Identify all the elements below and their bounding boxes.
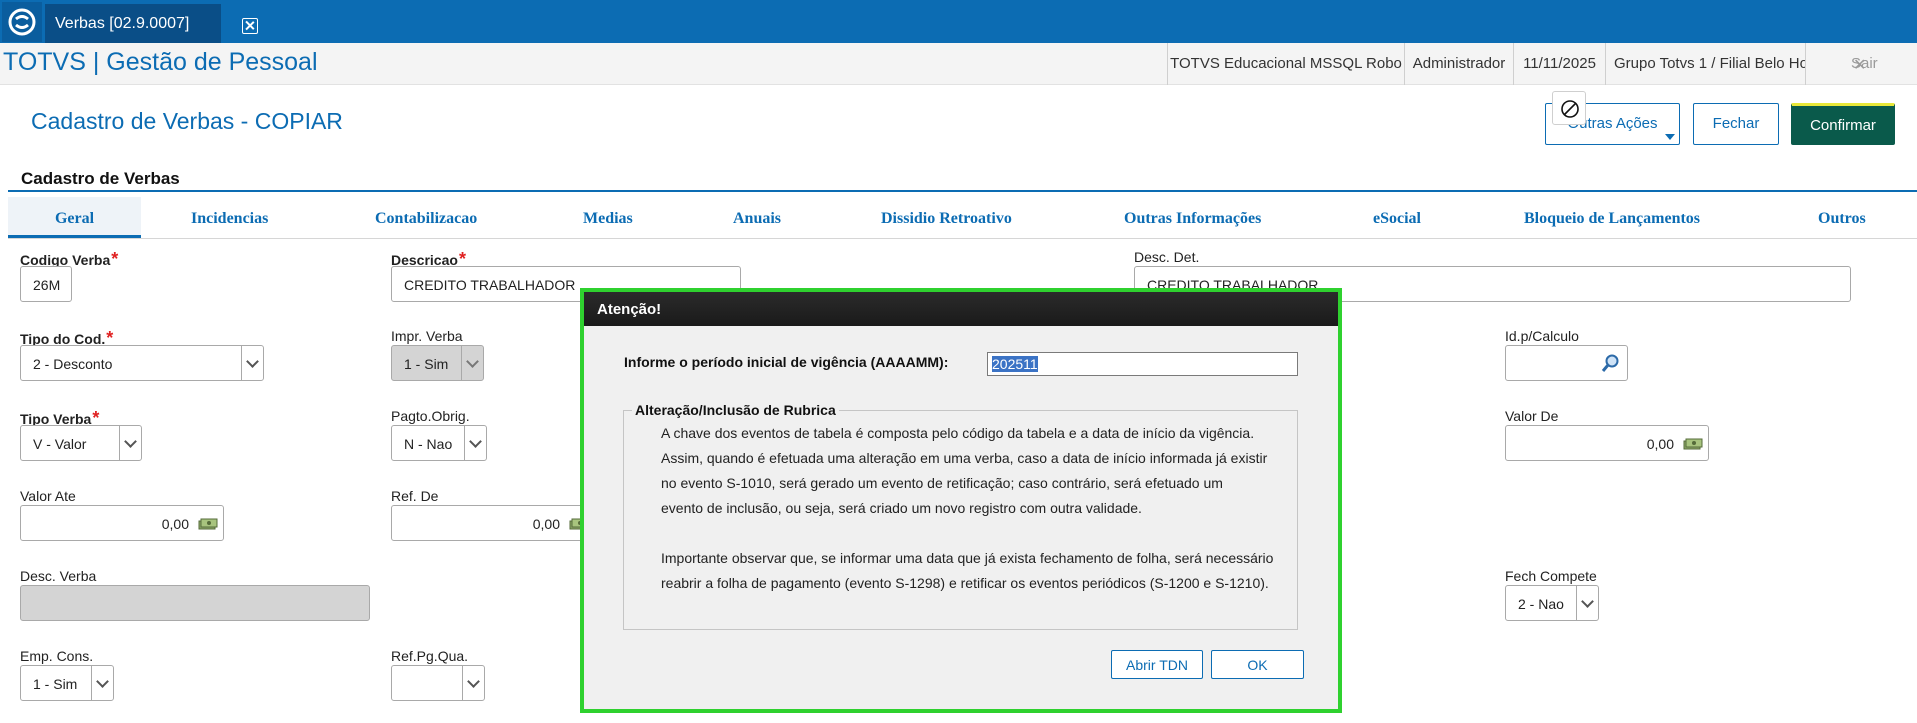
tab-esocial[interactable]: eSocial (1373, 197, 1421, 238)
chevron-down-icon (119, 426, 141, 460)
vigencia-label: Informe o período inicial de vigência (A… (624, 354, 949, 370)
tab-contabilizacao[interactable]: Contabilizacao (375, 197, 477, 238)
valor-de-input[interactable]: 0,00 (1505, 425, 1709, 461)
chevron-down-icon (241, 346, 263, 380)
totvs-logo-icon[interactable] (2, 2, 42, 42)
impr-verba-label: Impr. Verba (391, 328, 463, 344)
chevron-down-icon (1576, 586, 1598, 620)
id-calculo-label: Id.p/Calculo (1505, 328, 1579, 344)
info-text-line: Importante observar que, se informar uma… (661, 550, 1274, 566)
open-tdn-button[interactable]: Abrir TDN (1111, 650, 1203, 679)
ref-pg-qua-select[interactable] (391, 665, 485, 701)
fech-compete-select[interactable]: 2 - Nao (1505, 585, 1599, 621)
emp-cons-label: Emp. Cons. (20, 648, 94, 664)
chevron-down-icon (91, 666, 113, 700)
confirm-button[interactable]: Confirmar (1791, 103, 1895, 145)
pagto-obrig-select[interactable]: N - Nao (391, 425, 487, 461)
section-title: Cadastro de Verbas (21, 169, 180, 188)
attention-dialog: Atenção! Informe o período inicial de vi… (580, 288, 1342, 713)
desc-verba-label: Desc. Verba (20, 568, 97, 584)
app-title: TOTVS | Gestão de Pessoal (3, 48, 318, 76)
fech-compete-value: 2 - Nao (1518, 596, 1564, 612)
desc-verba-input (20, 585, 370, 621)
page-title: Cadastro de Verbas - COPIAR (31, 108, 343, 134)
tab-outros[interactable]: Outros (1818, 197, 1866, 238)
tipo-cod-value: 2 - Desconto (33, 356, 113, 372)
money-icon[interactable] (198, 517, 218, 534)
info-text-line: Assim, quando é efetuada uma alteração e… (661, 450, 1268, 466)
impr-verba-select: 1 - Sim (391, 345, 484, 381)
tab-dissidio-retroativo[interactable]: Dissidio Retroativo (881, 197, 1012, 238)
environment-info: TOTVS Educacional MSSQL Robo (1167, 43, 1404, 85)
ref-de-label: Ref. De (391, 488, 439, 504)
tab-geral[interactable]: Geral (8, 197, 141, 238)
user-info: Administrador (1404, 43, 1513, 85)
date-info: 11/11/2025 (1513, 43, 1605, 85)
prohibited-icon[interactable] (1552, 91, 1586, 125)
desc-det-label: Desc. Det. (1134, 249, 1200, 265)
dialog-title: Atenção! (597, 301, 662, 318)
info-text-line: evento de inclusão, ou seja, será criado… (661, 500, 1142, 516)
emp-cons-value: 1 - Sim (33, 676, 78, 692)
tipo-verba-value: V - Valor (33, 436, 87, 452)
section-divider (8, 190, 1917, 192)
tab-outras-informacoes[interactable]: Outras Informações (1124, 197, 1261, 238)
tab-incidencias[interactable]: Incidencias (191, 197, 268, 238)
chevron-down-icon (464, 426, 486, 460)
money-icon[interactable] (1683, 437, 1703, 454)
valor-de-label: Valor De (1505, 408, 1559, 424)
tab-medias[interactable]: Medias (583, 197, 633, 238)
header-separator (1805, 43, 1835, 85)
id-calculo-input[interactable] (1505, 345, 1628, 381)
codigo-verba-input[interactable]: 26M (20, 266, 72, 302)
tab-verbas-label: Verbas [02.9.0007] (55, 15, 190, 32)
ref-de-input[interactable]: 0,00 (391, 505, 595, 541)
impr-verba-value: 1 - Sim (404, 356, 449, 372)
info-text-line: no evento S-1010, será gerado um evento … (661, 475, 1223, 491)
emp-cons-select[interactable]: 1 - Sim (20, 665, 114, 701)
valor-ate-input[interactable]: 0,00 (20, 505, 224, 541)
search-icon[interactable] (1601, 353, 1621, 376)
window-tab-bar: Verbas [02.9.0007] (0, 0, 1917, 43)
tipo-cod-select[interactable]: 2 - Desconto (20, 345, 264, 381)
pagto-obrig-value: N - Nao (404, 436, 453, 452)
fieldset-legend: Alteração/Inclusão de Rubrica (632, 402, 839, 418)
valor-ate-label: Valor Ate (20, 488, 76, 504)
exit-icon[interactable]: ✕ (1853, 55, 1866, 75)
pagto-obrig-label: Pagto.Obrig. (391, 408, 470, 424)
chevron-down-icon (462, 666, 484, 700)
vigencia-input[interactable]: 202511 (987, 352, 1298, 376)
close-icon[interactable] (242, 18, 258, 34)
tipo-verba-select[interactable]: V - Valor (20, 425, 142, 461)
info-text-line: reabrir a folha de pagamento (evento S-1… (661, 575, 1269, 591)
rubrica-fieldset: Alteração/Inclusão de Rubrica A chave do… (623, 402, 1298, 630)
form-tabs: Geral Incidencias Contabilizacao Medias … (8, 197, 1917, 239)
tab-anuais[interactable]: Anuais (733, 197, 781, 238)
info-text-line: A chave dos eventos de tabela é composta… (661, 425, 1255, 441)
vigencia-value: 202511 (992, 356, 1038, 372)
tab-bloqueio-lancamentos[interactable]: Bloqueio de Lançamentos (1524, 197, 1700, 238)
close-button[interactable]: Fechar (1693, 103, 1779, 145)
fech-compete-label: Fech Compete (1505, 568, 1597, 584)
tab-verbas[interactable]: Verbas [02.9.0007] (45, 4, 258, 43)
app-header: TOTVS | Gestão de Pessoal TOTVS Educacio… (0, 43, 1917, 85)
ok-button[interactable]: OK (1211, 650, 1304, 679)
branch-info: Grupo Totvs 1 / Filial Belo Hor (1605, 43, 1805, 85)
ref-pg-qua-label: Ref.Pg.Qua. (391, 648, 469, 664)
chevron-down-icon (461, 346, 483, 380)
caret-down-icon (1665, 134, 1675, 140)
dialog-titlebar: Atenção! (584, 292, 1338, 326)
